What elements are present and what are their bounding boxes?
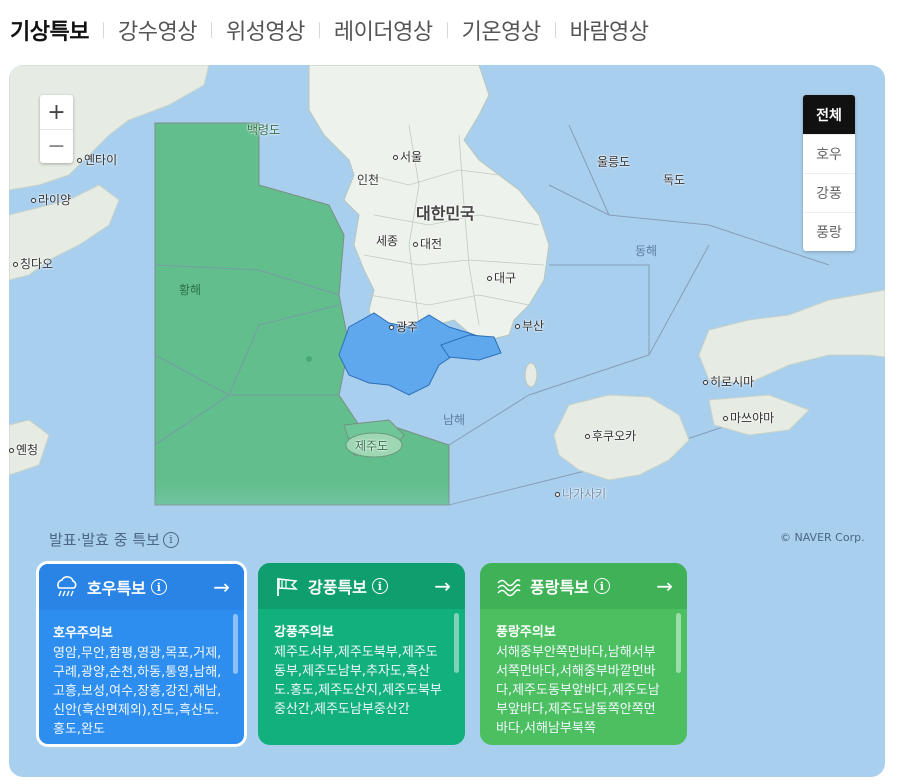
issued-warnings-title: 발표·발효 중 특보 i bbox=[49, 529, 179, 550]
high-seas-warning-card[interactable]: 풍랑특보 i → 풍랑주의보 서해중부안쪽먼바다,남해서부서쪽먼바다,서해중부바… bbox=[480, 563, 687, 745]
card-areas: 제주도서부,제주도북부,제주도동부,제주도남부,추자도,흑산도.홍도,제주도산지… bbox=[274, 645, 442, 717]
card-areas: 영암,무안,함평,영광,목포,거제,구례,광양,순천,하동,통영,남해,고흥,보… bbox=[53, 646, 222, 737]
wave-icon bbox=[497, 579, 521, 597]
card-subtitle: 풍랑주의보 bbox=[496, 625, 556, 640]
arrow-right-icon: → bbox=[656, 574, 673, 598]
map-label-qingdao: 칭다오 bbox=[13, 255, 53, 272]
map-label-yellow-sea: 황해 bbox=[179, 283, 202, 297]
map-label-sejong: 세종 bbox=[376, 234, 399, 248]
info-icon[interactable]: i bbox=[371, 578, 388, 594]
info-icon[interactable]: i bbox=[150, 579, 167, 595]
tab-precipitation[interactable]: 강수영상 bbox=[118, 14, 197, 46]
filter-heavy-rain[interactable]: 호우 bbox=[803, 134, 855, 173]
issued-warnings-label: 발표·발효 중 특보 bbox=[49, 531, 160, 549]
filter-strong-wind[interactable]: 강풍 bbox=[803, 173, 855, 212]
map-label-busan: 부산 bbox=[515, 317, 544, 334]
filter-high-seas[interactable]: 풍랑 bbox=[803, 212, 855, 251]
map-label-dokdo: 독도 bbox=[663, 173, 686, 187]
tab-satellite[interactable]: 위성영상 bbox=[226, 14, 305, 46]
arrow-right-icon: → bbox=[434, 574, 451, 598]
heavy-rain-warning-card[interactable]: 호우특보 i → 호우주의보 영암,무안,함평,영광,목포,거제,구례,광양,순… bbox=[36, 561, 247, 747]
tab-divider bbox=[554, 22, 556, 38]
map-copyright: © NAVER Corp. bbox=[780, 531, 865, 544]
card-subtitle: 호우주의보 bbox=[53, 626, 113, 641]
card-areas: 서해중부안쪽먼바다,남해서부서쪽먼바다,서해중부바깥먼바다,제주도동부앞바다,제… bbox=[496, 645, 660, 736]
weather-tabs: 기상특보 강수영상 위성영상 레이더영상 기온영상 바람영상 bbox=[10, 14, 649, 46]
map-label-hiroshima: 히로시마 bbox=[703, 373, 754, 390]
map-label-yancheng: 옌청 bbox=[9, 441, 38, 458]
tab-radar[interactable]: 레이더영상 bbox=[334, 14, 433, 46]
warning-map[interactable]: + − 전체 호우 강풍 풍랑 백령도 옌타이 라이양 칭다오 서울 인천 대한… bbox=[9, 65, 885, 777]
warning-type-filter: 전체 호우 강풍 풍랑 bbox=[803, 95, 855, 251]
map-label-daegu: 대구 bbox=[487, 269, 516, 286]
card-title: 호우특보 bbox=[87, 579, 146, 598]
tab-divider bbox=[318, 22, 320, 38]
flag-wind-icon bbox=[277, 578, 298, 596]
card-title: 풍랑특보 bbox=[530, 578, 589, 597]
card-subtitle: 강풍주의보 bbox=[274, 625, 334, 640]
strong-wind-warning-card[interactable]: 강풍특보 i → 강풍주의보 제주도서부,제주도북부,제주도동부,제주도남부,추… bbox=[258, 563, 465, 745]
map-label-baengnyeong: 백령도 bbox=[247, 123, 281, 137]
map-label-fukuoka: 후쿠오카 bbox=[585, 427, 636, 444]
card-body: 호우주의보 영암,무안,함평,영광,목포,거제,구례,광양,순천,하동,통영,남… bbox=[39, 610, 244, 744]
arrow-right-icon: → bbox=[213, 575, 230, 599]
card-title: 강풍특보 bbox=[308, 578, 367, 597]
card-header: 호우특보 i → bbox=[39, 564, 244, 610]
zoom-control: + − bbox=[40, 95, 73, 163]
tab-divider bbox=[446, 22, 448, 38]
map-label-ulleungdo: 울릉도 bbox=[597, 155, 631, 169]
map-label-east-sea: 동해 bbox=[635, 244, 658, 258]
card-header: 풍랑특보 i → bbox=[480, 563, 687, 609]
map-label-korea: 대한민국 bbox=[416, 204, 475, 223]
map-label-south-sea: 남해 bbox=[443, 413, 466, 427]
card-body: 강풍주의보 제주도서부,제주도북부,제주도동부,제주도남부,추자도,흑산도.홍도… bbox=[258, 609, 465, 745]
map-label-incheon: 인천 bbox=[357, 173, 380, 187]
zoom-in-button[interactable]: + bbox=[40, 95, 73, 129]
map-label-daejeon: 대전 bbox=[413, 235, 442, 252]
card-header: 강풍특보 i → bbox=[258, 563, 465, 609]
info-icon[interactable]: i bbox=[593, 578, 610, 594]
tab-weather-warning[interactable]: 기상특보 bbox=[10, 14, 89, 46]
zoom-out-button[interactable]: − bbox=[40, 129, 73, 163]
tab-divider bbox=[102, 22, 104, 38]
card-body: 풍랑주의보 서해중부안쪽먼바다,남해서부서쪽먼바다,서해중부바깥먼바다,제주도동… bbox=[480, 609, 687, 745]
card-scrollbar[interactable] bbox=[454, 613, 459, 673]
map-label-yantai: 옌타이 bbox=[77, 151, 117, 168]
map-label-gwangju: 광주 bbox=[389, 318, 418, 335]
map-label-jeju: 제주도 bbox=[355, 439, 389, 453]
rain-cloud-icon bbox=[57, 576, 77, 597]
info-icon[interactable]: i bbox=[162, 531, 179, 548]
tab-temperature[interactable]: 기온영상 bbox=[462, 14, 541, 46]
card-scrollbar[interactable] bbox=[676, 613, 681, 673]
tab-wind[interactable]: 바람영상 bbox=[570, 14, 649, 46]
tab-divider bbox=[210, 22, 212, 38]
map-label-laiyang: 라이양 bbox=[31, 191, 71, 208]
map-label-nagasaki: 나가사키 bbox=[555, 485, 606, 502]
card-scrollbar[interactable] bbox=[233, 614, 238, 674]
map-label-seoul: 서울 bbox=[393, 148, 422, 165]
map-label-matsuyama: 마쓰야마 bbox=[723, 409, 774, 426]
filter-all[interactable]: 전체 bbox=[803, 95, 855, 134]
